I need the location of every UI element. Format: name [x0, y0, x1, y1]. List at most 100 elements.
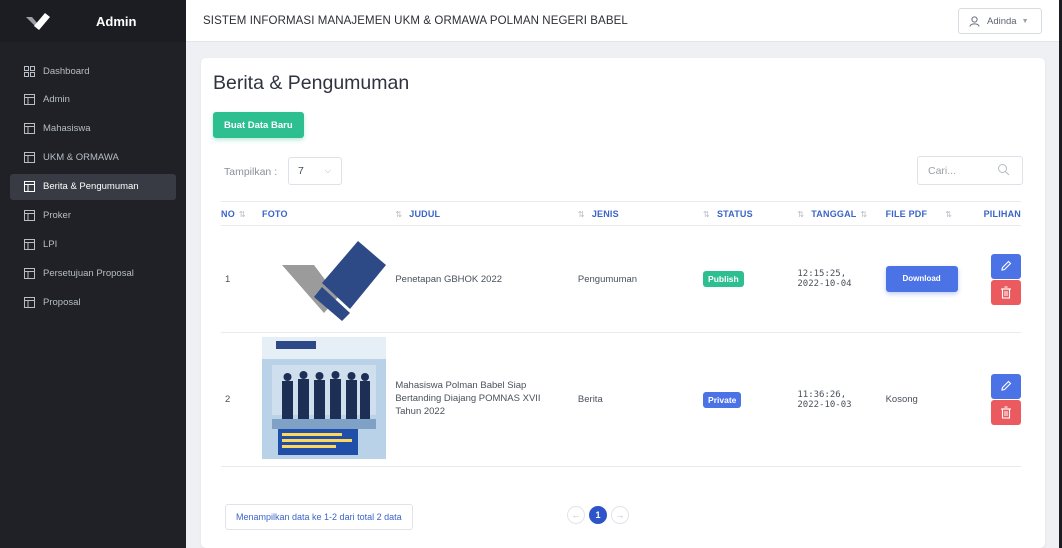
table-icon — [24, 152, 35, 164]
create-new-button[interactable]: Buat Data Baru — [213, 112, 304, 138]
sidebar-item-label: Mahasiswa — [43, 123, 91, 135]
sidebar-item-mahasiswa[interactable]: Mahasiswa — [10, 116, 176, 142]
col-header-file-pdf[interactable]: FILE PDF ⇅ — [885, 201, 976, 226]
col-header-tanggal[interactable]: ⇅ TANGGAL ⇅ — [797, 201, 886, 226]
table-icon — [24, 209, 35, 221]
cell-judul: Penetapan GBHOK 2022 — [395, 225, 578, 333]
sidebar-item-proposal[interactable]: Proposal — [10, 289, 176, 315]
user-name: Adinda — [987, 15, 1017, 27]
pagination-prev[interactable]: ← — [567, 506, 585, 524]
brand-logo — [26, 13, 50, 30]
sidebar-item-proker[interactable]: Proker — [10, 202, 176, 228]
col-header-jenis[interactable]: ⇅ JENIS — [577, 201, 704, 226]
show-entries-value: 7 — [298, 165, 304, 177]
download-button[interactable]: Download — [885, 266, 958, 292]
brand-title: Admin — [96, 13, 137, 29]
col-header-foto[interactable]: FOTO — [262, 201, 396, 226]
app-title: SISTEM INFORMASI MANAJEMEN UKM & ORMAWA … — [203, 14, 628, 27]
sidebar-item-label: LPI — [43, 238, 58, 250]
cell-file-pdf: Download — [885, 225, 976, 333]
cell-foto — [262, 225, 396, 333]
show-entries-label: Tampilkan : — [224, 166, 278, 178]
table-icon — [24, 267, 35, 279]
post-thumbnail-photo[interactable] — [262, 337, 387, 459]
sidebar-item-persetujuan-proposal[interactable]: Persetujuan Proposal — [10, 260, 176, 286]
table-icon — [24, 123, 35, 135]
content-card: Berita & Pengumuman Buat Data Baru Tampi… — [201, 58, 1045, 548]
sort-icon: ⇅ — [797, 209, 805, 219]
edit-button[interactable] — [991, 253, 1021, 279]
sort-icon: ⇅ — [395, 209, 403, 219]
edit-button[interactable] — [991, 374, 1021, 399]
cell-no: 1 — [221, 225, 263, 333]
table-icon — [24, 296, 35, 308]
brand[interactable]: Admin — [0, 0, 186, 42]
cell-date: 2022-10-03 — [797, 399, 852, 410]
cell-pilihan — [975, 332, 1021, 467]
cell-tanggal: 11:36:26, 2022-10-03 — [797, 332, 886, 467]
cell-foto — [262, 332, 396, 467]
user-icon — [969, 15, 980, 27]
cell-pilihan — [975, 225, 1021, 333]
sort-icon: ⇅ — [860, 209, 868, 219]
table-header-row: NO ⇅ FOTO ⇅ JUDUL ⇅ JENIS ⇅ STATUS ⇅ TANGGAL ⇅… — [221, 201, 1021, 226]
sidebar-item-ukm-ormawa[interactable]: UKM & ORMAWA — [10, 145, 176, 171]
cell-jenis: Pengumuman — [577, 225, 704, 333]
table-row: 1 Penetapan GBHOK 2022 Pengumuman Publis… — [221, 225, 1021, 333]
sidebar-item-lpi[interactable]: LPI — [10, 231, 176, 257]
cell-time: 11:36:26, — [797, 389, 847, 400]
sidebar-item-label: Admin — [43, 94, 70, 106]
pagination-next[interactable]: → — [611, 506, 629, 524]
sidebar-item-label: Proposal — [43, 296, 81, 308]
show-entries-select[interactable]: 7 ⌵ — [288, 157, 342, 185]
pagination-page[interactable]: 1 — [589, 506, 607, 524]
table-info: Menampilkan data ke 1-2 dari total 2 dat… — [225, 504, 413, 530]
table-icon — [24, 181, 35, 193]
chevron-down-icon: ▼ — [1021, 17, 1029, 25]
chevron-down-icon: ⌵ — [324, 166, 331, 175]
sort-icon: ⇅ — [945, 209, 953, 219]
sidebar-item-label: Persetujuan Proposal — [43, 267, 134, 279]
user-menu-button[interactable]: Adinda ▼ — [958, 8, 1042, 34]
sidebar-menu: Dashboard Admin Mahasiswa UKM & ORMAWA B… — [0, 58, 186, 315]
post-thumbnail-logo[interactable] — [262, 235, 387, 321]
cell-time: 12:15:25, — [797, 269, 847, 279]
sidebar-item-admin[interactable]: Admin — [10, 87, 176, 113]
page-title: Berita & Pengumuman — [213, 72, 410, 94]
sidebar-item-label: Berita & Pengumuman — [43, 181, 139, 193]
sidebar-item-label: Dashboard — [43, 65, 90, 77]
pencil-icon — [1001, 260, 1012, 271]
status-badge: Private — [703, 391, 742, 408]
sort-icon: ⇅ — [703, 209, 710, 219]
trash-icon — [1001, 406, 1011, 419]
status-badge: Publish — [703, 271, 744, 287]
col-header-pilihan: PILIHAN — [975, 201, 1021, 226]
sort-icon: ⇅ — [577, 209, 585, 219]
sidebar-item-dashboard[interactable]: Dashboard — [10, 58, 176, 84]
table-icon — [24, 238, 35, 250]
table-icon — [24, 94, 35, 106]
table-row: 2 Mahasiswa Polman Babel Siap Bertanding… — [221, 332, 1021, 467]
cell-file-pdf: Kosong — [885, 332, 976, 467]
sidebar-item-label: UKM & ORMAWA — [43, 152, 119, 164]
sort-icon: ⇅ — [238, 209, 246, 219]
search-icon[interactable] — [997, 163, 1010, 176]
col-header-no[interactable]: NO ⇅ — [221, 201, 263, 226]
sidebar-item-label: Proker — [43, 209, 71, 221]
cell-status: Publish — [703, 225, 798, 333]
cell-judul: Mahasiswa Polman Babel Siap Bertanding D… — [395, 332, 578, 467]
cell-date: 2022-10-04 — [797, 279, 852, 289]
cell-no: 2 — [221, 332, 263, 467]
pagination: ← 1 → — [567, 506, 633, 524]
sidebar-item-berita-pengumuman[interactable]: Berita & Pengumuman — [10, 173, 176, 200]
pencil-icon — [1001, 380, 1012, 391]
delete-button[interactable] — [991, 400, 1021, 425]
trash-icon — [1001, 285, 1011, 299]
col-header-status[interactable]: ⇅ STATUS — [703, 201, 798, 226]
topbar: SISTEM INFORMASI MANAJEMEN UKM & ORMAWA … — [186, 0, 1062, 42]
cell-status: Private — [703, 332, 798, 467]
data-table: NO ⇅ FOTO ⇅ JUDUL ⇅ JENIS ⇅ STATUS ⇅ TANGGAL ⇅… — [221, 201, 1021, 467]
sidebar: Admin Dashboard Admin Mahasiswa UKM & OR… — [0, 0, 186, 548]
col-header-judul[interactable]: ⇅ JUDUL — [395, 201, 578, 226]
delete-button[interactable] — [991, 279, 1021, 305]
